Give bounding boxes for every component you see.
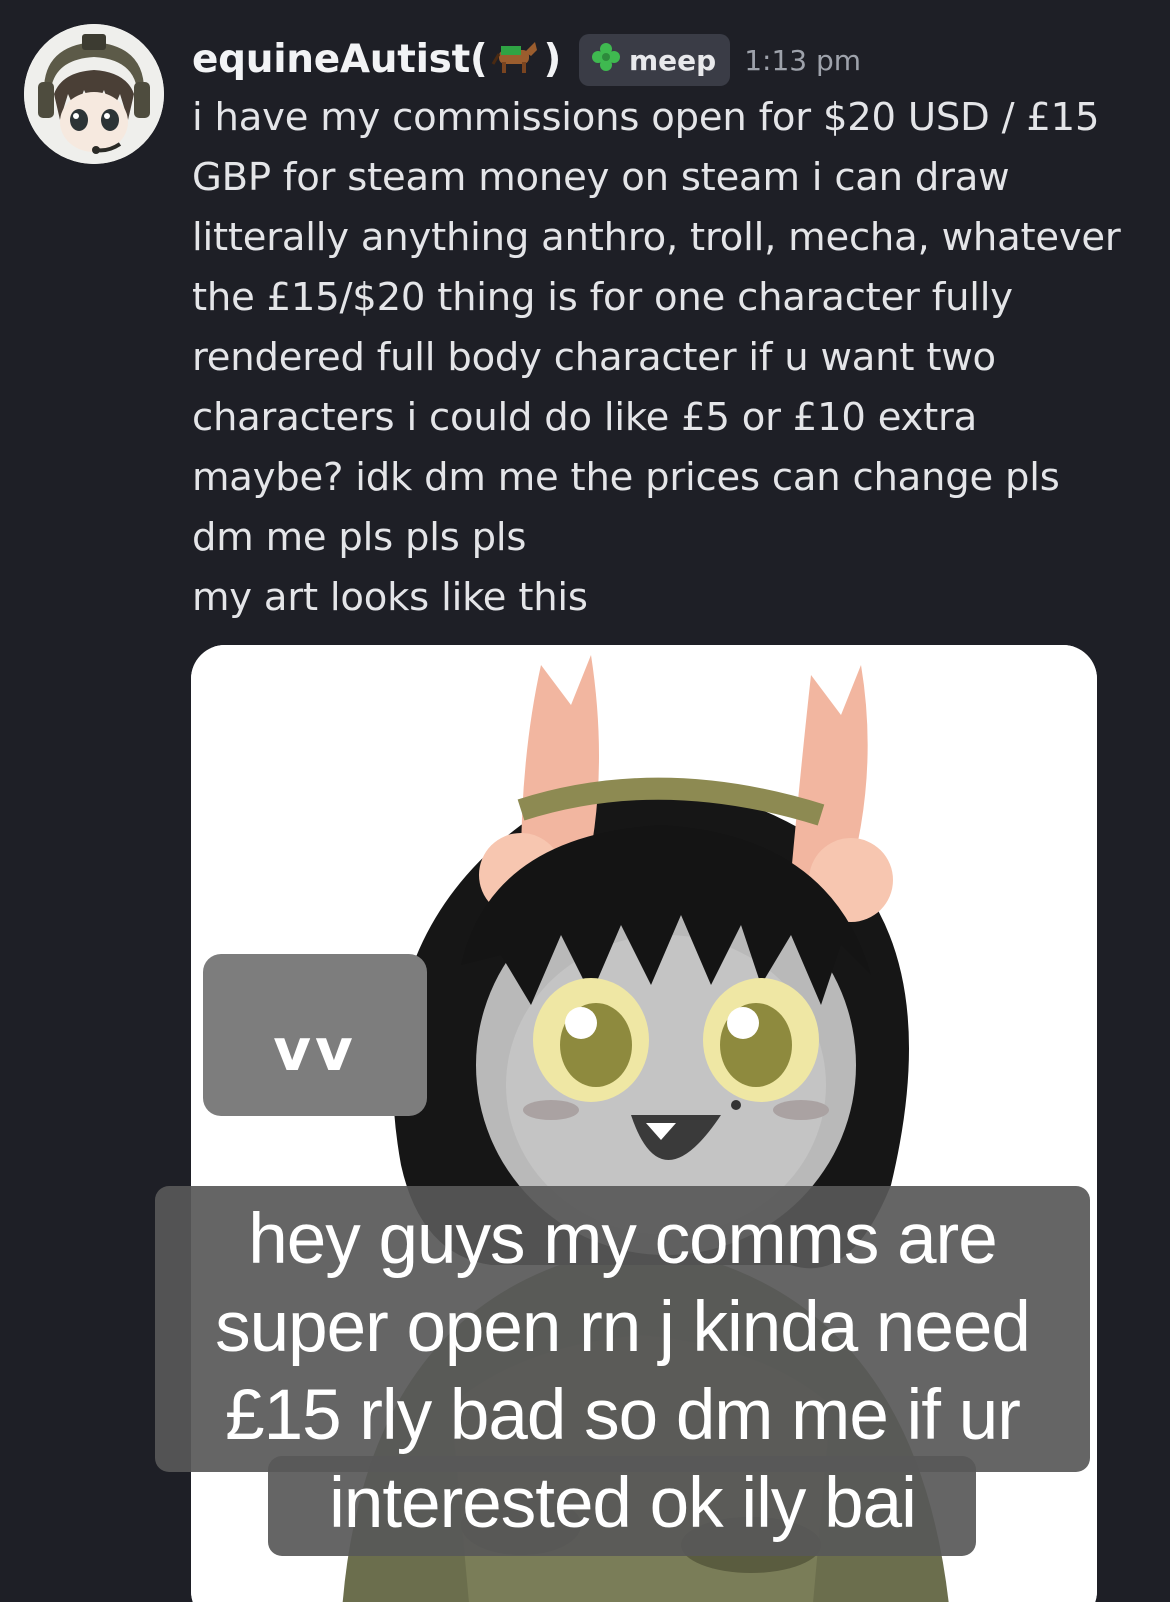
horse-emoji-icon: [491, 39, 539, 84]
timestamp: 1:13 pm: [744, 43, 862, 77]
caption-line: hey guys my comms are: [248, 1200, 997, 1279]
message-paragraph-1: i have my commissions open for $20 USD /…: [192, 95, 1121, 560]
clover-icon: [589, 40, 623, 81]
sticker-text: vv: [273, 1016, 357, 1084]
username-text-end[interactable]: ): [543, 37, 561, 82]
role-label: meep: [629, 43, 717, 77]
message-header: equineAutist( ) meep 1:13 pm: [192, 30, 861, 90]
discord-message-screen: equineAutist( ) meep 1:13 pm i have my c…: [0, 0, 1170, 1602]
avatar-image: [24, 24, 164, 164]
message-paragraph-2: my art looks like this: [192, 575, 588, 620]
user-avatar[interactable]: [24, 24, 164, 164]
video-caption: hey guys my comms are super open rn j ki…: [155, 1196, 1090, 1548]
username[interactable]: equineAutist( ): [192, 37, 561, 84]
sticker-box: vv: [203, 954, 427, 1116]
caption-line: interested ok ily bai: [329, 1464, 917, 1543]
caption-line: super open rn j kinda need: [215, 1288, 1031, 1367]
caption-line: £15 rly bad so dm me if ur: [225, 1376, 1021, 1455]
message-body: i have my commissions open for $20 USD /…: [192, 88, 1122, 628]
role-tag[interactable]: meep: [579, 34, 731, 86]
username-text[interactable]: equineAutist(: [192, 37, 488, 82]
